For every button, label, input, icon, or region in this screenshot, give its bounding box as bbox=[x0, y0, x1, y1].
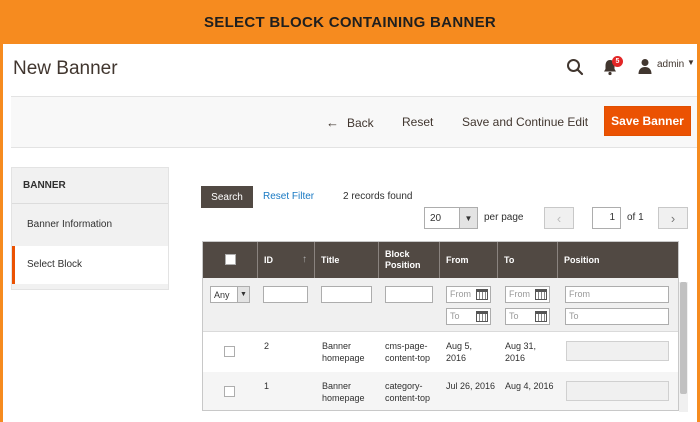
from-placeholder: From bbox=[509, 289, 530, 299]
to-placeholder: To bbox=[509, 311, 519, 321]
to-placeholder: To bbox=[450, 311, 460, 321]
cell-block-position: cms-page-content-top bbox=[385, 341, 431, 363]
sort-up-icon: ↑ bbox=[302, 254, 307, 265]
calendar-icon[interactable] bbox=[476, 311, 488, 322]
cell-id: 1 bbox=[264, 381, 270, 391]
cell-from: Jul 26, 2016 bbox=[446, 381, 496, 391]
grid-scrollbar[interactable] bbox=[679, 282, 688, 412]
column-position-label: Position bbox=[564, 254, 600, 265]
id-filter-input[interactable] bbox=[263, 286, 308, 303]
column-from[interactable]: From bbox=[440, 242, 498, 278]
back-label: Back bbox=[347, 115, 374, 130]
admin-frame: New Banner 5 admin ▼ ← Back Reset Save a… bbox=[0, 44, 700, 422]
tutorial-banner: SELECT BLOCK CONTAINING BANNER bbox=[0, 0, 700, 44]
chevron-down-icon: ▼ bbox=[237, 287, 249, 302]
cell-title: Banner homepage bbox=[322, 381, 365, 403]
calendar-icon[interactable] bbox=[476, 289, 488, 300]
cell-title: Banner homepage bbox=[322, 341, 365, 363]
cell-to: Aug 4, 2016 bbox=[505, 381, 554, 391]
table-row[interactable]: 2 Banner homepage cms-page-content-top A… bbox=[203, 332, 678, 372]
block-position-filter-input[interactable] bbox=[385, 286, 433, 303]
column-id[interactable]: ID ↑ bbox=[258, 242, 315, 278]
sidebar-item-banner-information[interactable]: Banner Information bbox=[12, 203, 168, 246]
page-input[interactable]: 1 bbox=[592, 207, 621, 229]
per-page-label: per page bbox=[484, 212, 524, 223]
tutorial-banner-title: SELECT BLOCK CONTAINING BANNER bbox=[203, 13, 497, 31]
user-icon[interactable] bbox=[638, 58, 652, 74]
from-date-to-input[interactable]: To bbox=[446, 308, 491, 325]
page-count: of 1 bbox=[627, 212, 644, 223]
save-and-continue-button[interactable]: Save and Continue Edit bbox=[462, 115, 588, 129]
sidebar-tabs: BANNER Banner Information Select Block bbox=[11, 167, 169, 290]
position-input[interactable] bbox=[566, 341, 669, 361]
page-header: New Banner 5 admin ▼ bbox=[3, 44, 697, 96]
search-button[interactable]: Search bbox=[201, 186, 253, 208]
column-title-label: Title bbox=[321, 254, 340, 265]
row-checkbox[interactable] bbox=[224, 386, 235, 397]
sidebar-item-select-block[interactable]: Select Block bbox=[12, 246, 168, 284]
notification-badge: 5 bbox=[612, 56, 623, 67]
sidebar-title: BANNER bbox=[23, 180, 66, 191]
cell-from: Aug 5, 2016 bbox=[446, 341, 473, 363]
cell-block-position: category-content-top bbox=[385, 381, 431, 403]
from-placeholder: From bbox=[569, 289, 590, 299]
chevron-down-icon[interactable]: ▼ bbox=[687, 58, 695, 67]
save-banner-button[interactable]: Save Banner bbox=[604, 106, 691, 136]
page-title: New Banner bbox=[13, 58, 118, 79]
row-checkbox[interactable] bbox=[224, 346, 235, 357]
position-from-input[interactable]: From bbox=[565, 286, 669, 303]
from-placeholder: From bbox=[450, 289, 471, 299]
column-title[interactable]: Title bbox=[315, 242, 379, 278]
calendar-icon[interactable] bbox=[535, 311, 547, 322]
grid-header: ID ↑ Title Block Position From To Positi… bbox=[203, 242, 678, 278]
title-filter-input[interactable] bbox=[321, 286, 372, 303]
in-banner-filter-value: Any bbox=[214, 290, 230, 300]
user-name[interactable]: admin bbox=[657, 59, 684, 70]
arrow-left-icon: ← bbox=[326, 115, 339, 130]
block-grid: ID ↑ Title Block Position From To Positi… bbox=[202, 241, 679, 411]
filter-row: Any ▼ From To From To From To bbox=[203, 278, 678, 332]
page-actions: ← Back Reset Save and Continue Edit Save… bbox=[11, 96, 697, 148]
column-position[interactable]: Position bbox=[558, 242, 678, 278]
search-icon[interactable] bbox=[566, 58, 584, 76]
per-page-value: 20 bbox=[430, 213, 442, 224]
in-banner-filter-select[interactable]: Any ▼ bbox=[210, 286, 250, 303]
position-input[interactable] bbox=[566, 381, 669, 401]
column-from-label: From bbox=[446, 254, 469, 265]
cell-id: 2 bbox=[264, 341, 270, 351]
column-to-label: To bbox=[504, 254, 515, 265]
column-block-position-label: Block Position bbox=[385, 249, 421, 270]
to-placeholder: To bbox=[569, 311, 579, 321]
table-row[interactable]: 1 Banner homepage category-content-top J… bbox=[203, 372, 678, 410]
select-all-column bbox=[203, 242, 258, 278]
reset-filter-link[interactable]: Reset Filter bbox=[263, 191, 314, 202]
sidebar-item-label: Banner Information bbox=[27, 219, 113, 230]
scrollbar-thumb[interactable] bbox=[680, 282, 687, 394]
column-to[interactable]: To bbox=[498, 242, 558, 278]
cell-to: Aug 31, 2016 bbox=[505, 341, 537, 363]
per-page-select[interactable]: 20 ▼ bbox=[424, 207, 478, 229]
position-to-input[interactable]: To bbox=[565, 308, 669, 325]
select-all-checkbox[interactable] bbox=[225, 254, 236, 265]
records-found: 2 records found bbox=[343, 191, 413, 202]
column-block-position[interactable]: Block Position bbox=[379, 242, 440, 278]
to-date-to-input[interactable]: To bbox=[505, 308, 550, 325]
column-id-label: ID bbox=[264, 254, 273, 265]
calendar-icon[interactable] bbox=[535, 289, 547, 300]
next-page-button[interactable]: › bbox=[658, 207, 688, 229]
sidebar-item-label: Select Block bbox=[27, 259, 83, 270]
reset-button[interactable]: Reset bbox=[402, 115, 433, 129]
to-date-from-input[interactable]: From bbox=[505, 286, 550, 303]
chevron-down-icon: ▼ bbox=[459, 208, 477, 228]
previous-page-button[interactable]: ‹ bbox=[544, 207, 574, 229]
from-date-from-input[interactable]: From bbox=[446, 286, 491, 303]
back-button[interactable]: ← Back bbox=[326, 115, 374, 130]
